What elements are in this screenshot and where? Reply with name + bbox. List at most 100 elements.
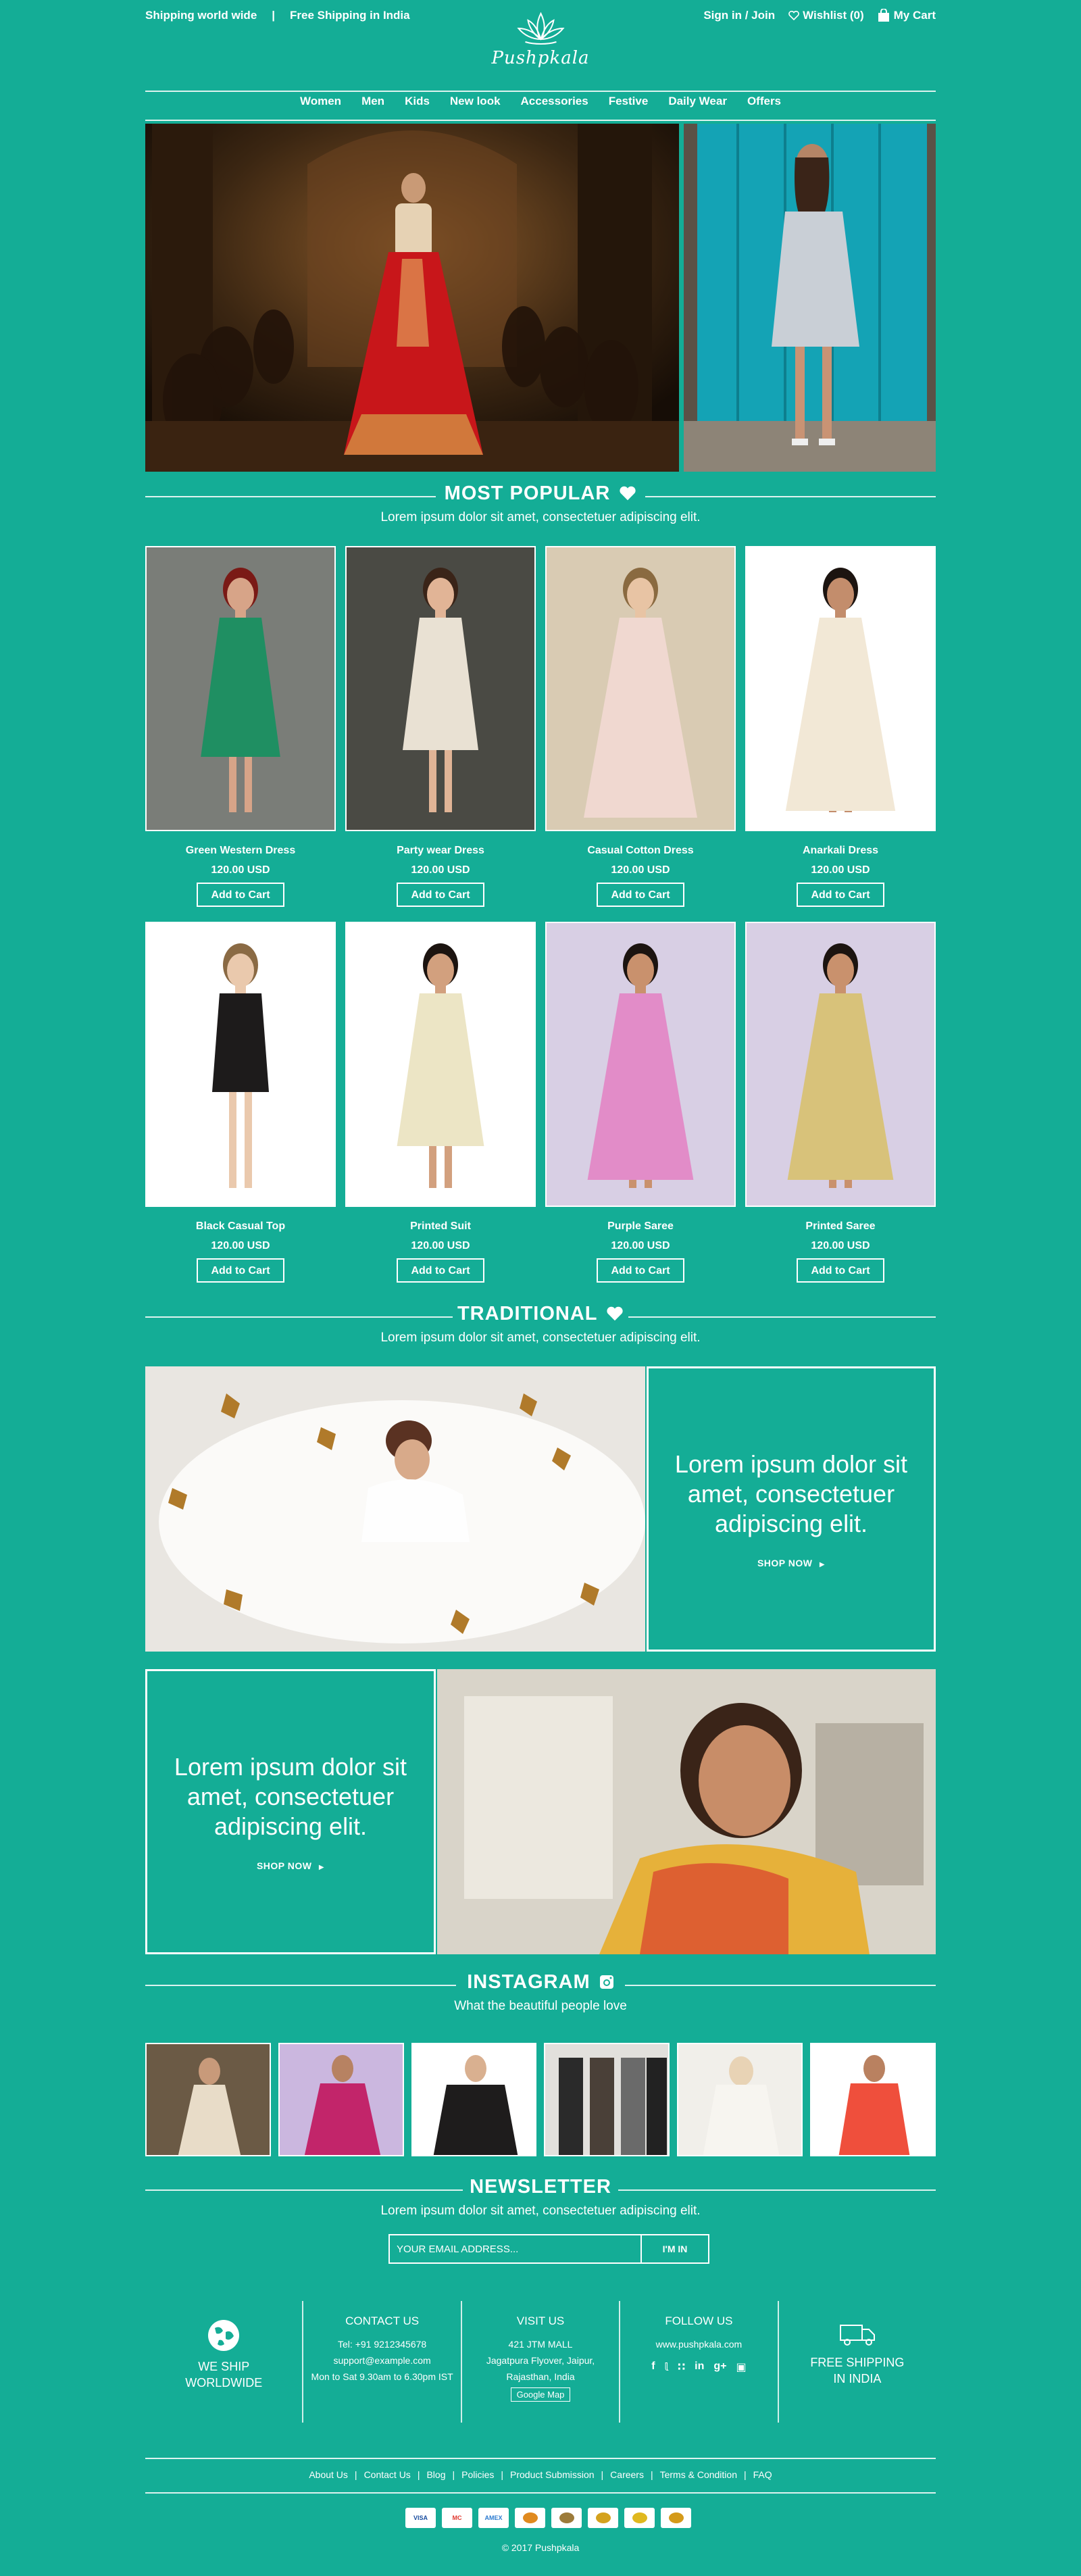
add-to-cart-button[interactable]: Add to Cart: [797, 883, 884, 907]
product-name[interactable]: Printed Saree: [745, 1220, 936, 1233]
add-to-cart-button[interactable]: Add to Cart: [397, 1258, 484, 1283]
nav-item[interactable]: Daily Wear: [668, 95, 727, 108]
heading-line-left: [145, 2189, 463, 2191]
product-image: [747, 547, 934, 830]
product-image-link[interactable]: [345, 546, 536, 831]
payment-card-icon: [588, 2508, 618, 2528]
heart-icon: [620, 486, 636, 501]
banner-1-text: Lorem ipsum dolor sit amet, consectetuer…: [674, 1450, 908, 1537]
nav-item[interactable]: New look: [450, 95, 501, 108]
separator: |: [650, 2469, 653, 2480]
footer-link[interactable]: Product Submission: [510, 2469, 595, 2480]
instagram-thumb[interactable]: [810, 2043, 936, 2156]
heading-line-left: [145, 1985, 456, 1986]
hero-banner-bridal[interactable]: [145, 124, 679, 472]
social-links: f 𝕝 ∷ in g+ ▣: [620, 2360, 777, 2374]
newsletter-title: NEWSLETTER: [470, 2176, 611, 2198]
banner-2-image[interactable]: [437, 1669, 936, 1954]
product-card: Purple Saree 120.00 USD Add to Cart: [545, 922, 736, 1283]
nav-item[interactable]: Men: [361, 95, 384, 108]
footer-link[interactable]: Terms & Condition: [660, 2469, 737, 2480]
instagram-thumb[interactable]: [544, 2043, 670, 2156]
add-to-cart-button[interactable]: Add to Cart: [397, 883, 484, 907]
email-input[interactable]: [390, 2235, 640, 2262]
footer-link[interactable]: About Us: [309, 2469, 348, 2480]
banner-2-shop-now[interactable]: SHOP NOW ▶: [257, 1860, 324, 1871]
add-to-cart-button[interactable]: Add to Cart: [597, 883, 684, 907]
product-name[interactable]: Black Casual Top: [145, 1220, 336, 1233]
payment-card-icon: [551, 2508, 582, 2528]
google-plus-icon[interactable]: g+: [713, 2360, 726, 2374]
add-to-cart-button[interactable]: Add to Cart: [197, 883, 284, 907]
google-map-button[interactable]: Google Map: [510, 2387, 571, 2402]
heading-line-right: [628, 1316, 936, 1318]
product-image-link[interactable]: [745, 546, 936, 831]
product-grid-row-1: Green Western Dress 120.00 USD Add to Cart…: [145, 546, 936, 907]
subscribe-button[interactable]: I'M IN: [640, 2235, 708, 2262]
instagram-thumb[interactable]: [677, 2043, 803, 2156]
product-name[interactable]: Party wear Dress: [345, 845, 536, 857]
footer-link[interactable]: FAQ: [753, 2469, 772, 2480]
main-nav: Women Men Kids New look Accessories Festive Da…: [145, 95, 936, 108]
hero-image-bridal: [145, 124, 679, 472]
product-price: 120.00 USD: [211, 1240, 270, 1252]
instagram-thumb[interactable]: [411, 2043, 537, 2156]
shop-now-label: SHOP NOW: [757, 1558, 813, 1568]
heading-line-right: [618, 2189, 936, 2191]
product-image-link[interactable]: [545, 546, 736, 831]
product-card: Printed Suit 120.00 USD Add to Cart: [345, 922, 536, 1283]
product-price: 120.00 USD: [211, 864, 270, 876]
add-to-cart-button[interactable]: Add to Cart: [797, 1258, 884, 1283]
product-name[interactable]: Green Western Dress: [145, 845, 336, 857]
instagram-icon[interactable]: ▣: [736, 2360, 747, 2374]
linkedin-icon[interactable]: in: [695, 2360, 704, 2374]
nav-item[interactable]: Festive: [609, 95, 649, 108]
separator: |: [354, 2469, 357, 2480]
globe-icon: [208, 2320, 240, 2351]
product-name[interactable]: Casual Cotton Dress: [545, 845, 736, 857]
product-name[interactable]: Purple Saree: [545, 1220, 736, 1233]
nav-item[interactable]: Accessories: [521, 95, 588, 108]
product-price: 120.00 USD: [611, 1240, 670, 1252]
product-image-link[interactable]: [345, 922, 536, 1207]
product-name[interactable]: Printed Suit: [345, 1220, 536, 1233]
footer-link[interactable]: Policies: [461, 2469, 494, 2480]
rss-icon[interactable]: ∷: [678, 2360, 685, 2374]
product-image-link[interactable]: [145, 546, 336, 831]
product-image-link[interactable]: [145, 922, 336, 1207]
payment-methods: VISA MC AMEX: [405, 2508, 691, 2528]
banner-1-shop-now[interactable]: SHOP NOW ▶: [757, 1558, 825, 1568]
product-image-link[interactable]: [745, 922, 936, 1207]
instagram-thumb[interactable]: [278, 2043, 404, 2156]
separator: |: [417, 2469, 420, 2480]
nav-item[interactable]: Offers: [747, 95, 781, 108]
instagram-header: INSTAGRAM What the beautiful people love: [145, 1971, 936, 2014]
add-to-cart-button[interactable]: Add to Cart: [597, 1258, 684, 1283]
hero-banner-casual[interactable]: [684, 124, 936, 472]
address-line-1: 421 JTM MALL: [508, 2339, 573, 2350]
website-link[interactable]: www.pushpkala.com: [620, 2336, 777, 2352]
most-popular-header: MOST POPULAR Lorem ipsum dolor sit amet,…: [145, 482, 936, 525]
twitter-icon[interactable]: 𝕝: [665, 2360, 668, 2374]
footer-link[interactable]: Contact Us: [364, 2469, 411, 2480]
payment-card-icon: [515, 2508, 545, 2528]
banner-1-image[interactable]: [145, 1366, 645, 1652]
footer-columns: WE SHIP WORLDWIDE CONTACT US Tel: +91 92…: [145, 2301, 936, 2423]
free-ship-line-2: IN INDIA: [833, 2372, 882, 2385]
nav-item[interactable]: Women: [300, 95, 341, 108]
contact-email-link[interactable]: support@example.com: [303, 2352, 460, 2369]
newsletter-header: NEWSLETTER Lorem ipsum dolor sit amet, c…: [145, 2176, 936, 2219]
bride-photo: [145, 1366, 645, 1652]
facebook-icon[interactable]: f: [651, 2360, 655, 2374]
product-image: [547, 923, 734, 1206]
add-to-cart-button[interactable]: Add to Cart: [197, 1258, 284, 1283]
payment-card-icon: [661, 2508, 691, 2528]
instagram-thumb[interactable]: [145, 2043, 271, 2156]
footer-link[interactable]: Blog: [426, 2469, 445, 2480]
nav-item[interactable]: Kids: [405, 95, 430, 108]
product-card: Green Western Dress 120.00 USD Add to Cart: [145, 546, 336, 907]
footer-contact: CONTACT US Tel: +91 9212345678 support@e…: [303, 2301, 462, 2423]
product-image-link[interactable]: [545, 922, 736, 1207]
footer-link[interactable]: Careers: [610, 2469, 644, 2480]
product-name[interactable]: Anarkali Dress: [745, 845, 936, 857]
